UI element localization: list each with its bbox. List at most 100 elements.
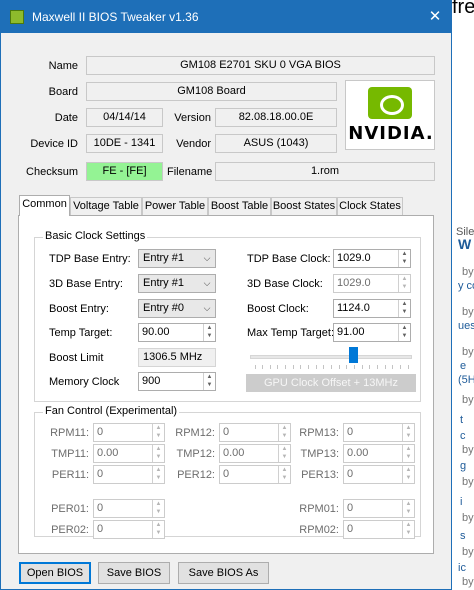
nvidia-eye-icon <box>368 87 412 119</box>
tab-boost-table[interactable]: Boost Table <box>208 197 271 216</box>
spin-up-icon[interactable]: ▲ <box>399 250 410 258</box>
spin-up-icon: ▲ <box>281 446 288 452</box>
tdp-base-clock-label: TDP Base Clock: <box>247 253 331 265</box>
tmp12-label: TMP12: <box>176 448 215 460</box>
spin-down-icon: ▼ <box>281 475 288 481</box>
tab-power-table[interactable]: Power Table <box>142 197 208 216</box>
tdp-base-entry-value: Entry #1 <box>143 252 184 264</box>
3d-base-entry-label: 3D Base Entry: <box>49 278 123 290</box>
rpm13-spinner: 0 ▲ ▼ <box>343 423 415 442</box>
max-temp-target-value: 91.00 <box>337 326 365 338</box>
tdp-base-entry-select[interactable]: Entry #1 ⌵ <box>138 249 216 268</box>
save-bios-button[interactable]: Save BIOS <box>98 562 170 584</box>
filename-field: 1.rom <box>215 162 435 181</box>
boost-entry-select[interactable]: Entry #0 ⌵ <box>138 299 216 318</box>
tdp-base-clock-spinner[interactable]: 1029.0 ▲ ▼ <box>333 249 411 268</box>
slider-tick <box>385 365 386 369</box>
bg-text: by <box>462 346 474 358</box>
spin-down-icon[interactable]: ▼ <box>399 258 410 266</box>
spin-up-icon: ▲ <box>405 501 412 507</box>
per12-spinner: 0 ▲ ▼ <box>219 465 291 484</box>
nvidia-logo: NVIDIA. <box>345 80 435 150</box>
spin-down-icon[interactable]: ▼ <box>399 308 410 316</box>
vendor-field: ASUS (1043) <box>215 134 337 153</box>
per01-label: PER01: <box>51 503 89 515</box>
close-icon[interactable]: ✕ <box>421 5 449 29</box>
spin-down-icon: ▼ <box>155 509 162 515</box>
max-temp-target-spinner[interactable]: 91.00 ▲ ▼ <box>333 323 411 342</box>
temp-target-spinner[interactable]: 90.00 ▲ ▼ <box>138 323 216 342</box>
slider-thumb[interactable] <box>349 347 358 363</box>
slider-tick <box>262 365 263 369</box>
slider-tick <box>277 365 278 369</box>
spin-up-icon: ▲ <box>405 446 412 452</box>
rpm01-spinner: 0 ▲ ▼ <box>343 499 415 518</box>
memory-clock-spinner[interactable]: 900 ▲ ▼ <box>138 372 216 391</box>
per12-label: PER12: <box>177 469 215 481</box>
date-field: 04/14/14 <box>86 108 163 127</box>
max-temp-target-label: Max Temp Target: <box>247 327 335 339</box>
3d-base-clock-label: 3D Base Clock: <box>247 278 323 290</box>
tab-common[interactable]: Common <box>19 195 70 216</box>
spin-up-icon: ▲ <box>155 467 162 473</box>
tmp13-label: TMP13: <box>300 448 339 460</box>
boost-clock-value: 1124.0 <box>337 302 370 314</box>
spin-up-icon[interactable]: ▲ <box>399 300 410 308</box>
3d-base-clock-value: 1029.0 <box>337 277 371 289</box>
spin-down-icon: ▼ <box>405 475 412 481</box>
spin-down-icon[interactable]: ▼ <box>204 381 215 389</box>
rpm01-label: RPM01: <box>299 503 339 515</box>
slider-tick <box>369 365 370 369</box>
clock-offset-slider[interactable] <box>250 347 412 369</box>
spin-down-icon[interactable]: ▼ <box>204 332 215 340</box>
board-label: Board <box>48 86 78 98</box>
spin-up-icon[interactable]: ▲ <box>399 324 410 332</box>
save-bios-as-button[interactable]: Save BIOS As <box>178 562 269 584</box>
per02-value: 0 <box>97 523 104 535</box>
rpm01-value: 0 <box>347 502 354 514</box>
spin-up-icon[interactable]: ▲ <box>204 373 215 381</box>
bg-text: by <box>462 266 474 278</box>
spin-down-icon[interactable]: ▼ <box>399 332 410 340</box>
tab-boost-states[interactable]: Boost States <box>271 197 337 216</box>
3d-base-entry-select[interactable]: Entry #1 ⌵ <box>138 274 216 293</box>
chevron-down-icon: ⌵ <box>203 253 211 263</box>
title-bar[interactable]: Maxwell II BIOS Tweaker v1.36 ✕ <box>1 1 451 33</box>
name-field: GM108 E2701 SKU 0 VGA BIOS <box>86 56 435 75</box>
rpm12-value: 0 <box>223 426 230 438</box>
spin-down-icon: ▼ <box>281 433 288 439</box>
basic-clock-settings-title: Basic Clock Settings <box>43 230 148 242</box>
slider-tick <box>346 365 347 369</box>
slider-tick <box>339 365 340 369</box>
tmp13-value: 0.00 <box>347 447 369 459</box>
app-window: Maxwell II BIOS Tweaker v1.36 ✕ Name GM1… <box>0 0 452 590</box>
rpm11-spinner: 0 ▲ ▼ <box>93 423 165 442</box>
spin-up-icon: ▲ <box>405 467 412 473</box>
boost-limit-field: 1306.5 MHz <box>138 348 216 367</box>
tmp12-spinner: 0.00 ▲ ▼ <box>219 444 291 463</box>
per01-spinner: 0 ▲ ▼ <box>93 499 165 518</box>
version-field: 82.08.18.00.0E <box>215 108 337 127</box>
boost-limit-label: Boost Limit <box>49 352 104 364</box>
spin-up-icon: ▲ <box>155 425 162 431</box>
boost-clock-spinner[interactable]: 1124.0 ▲ ▼ <box>333 299 411 318</box>
date-label: Date <box>54 112 78 124</box>
tab-voltage-table[interactable]: Voltage Table <box>70 197 142 216</box>
tab-clock-states[interactable]: Clock States <box>337 197 403 216</box>
tdp-base-clock-value: 1029.0 <box>337 252 371 264</box>
rpm02-spinner: 0 ▲ ▼ <box>343 520 415 539</box>
per11-label: PER11: <box>51 469 89 481</box>
per02-label: PER02: <box>51 524 89 536</box>
bg-text: by <box>462 512 474 524</box>
slider-tick <box>331 365 332 369</box>
spin-down-icon: ▼ <box>281 454 288 460</box>
open-bios-button[interactable]: Open BIOS <box>19 562 91 584</box>
spin-up-icon: ▲ <box>281 467 288 473</box>
tmp13-spinner: 0.00 ▲ ▼ <box>343 444 415 463</box>
bg-text: s <box>460 530 466 542</box>
spin-up-icon[interactable]: ▲ <box>204 324 215 332</box>
tdp-base-entry-label: TDP Base Entry: <box>49 253 131 265</box>
filename-label: Filename <box>167 166 213 178</box>
slider-tick <box>300 365 301 369</box>
name-label: Name <box>48 60 78 72</box>
